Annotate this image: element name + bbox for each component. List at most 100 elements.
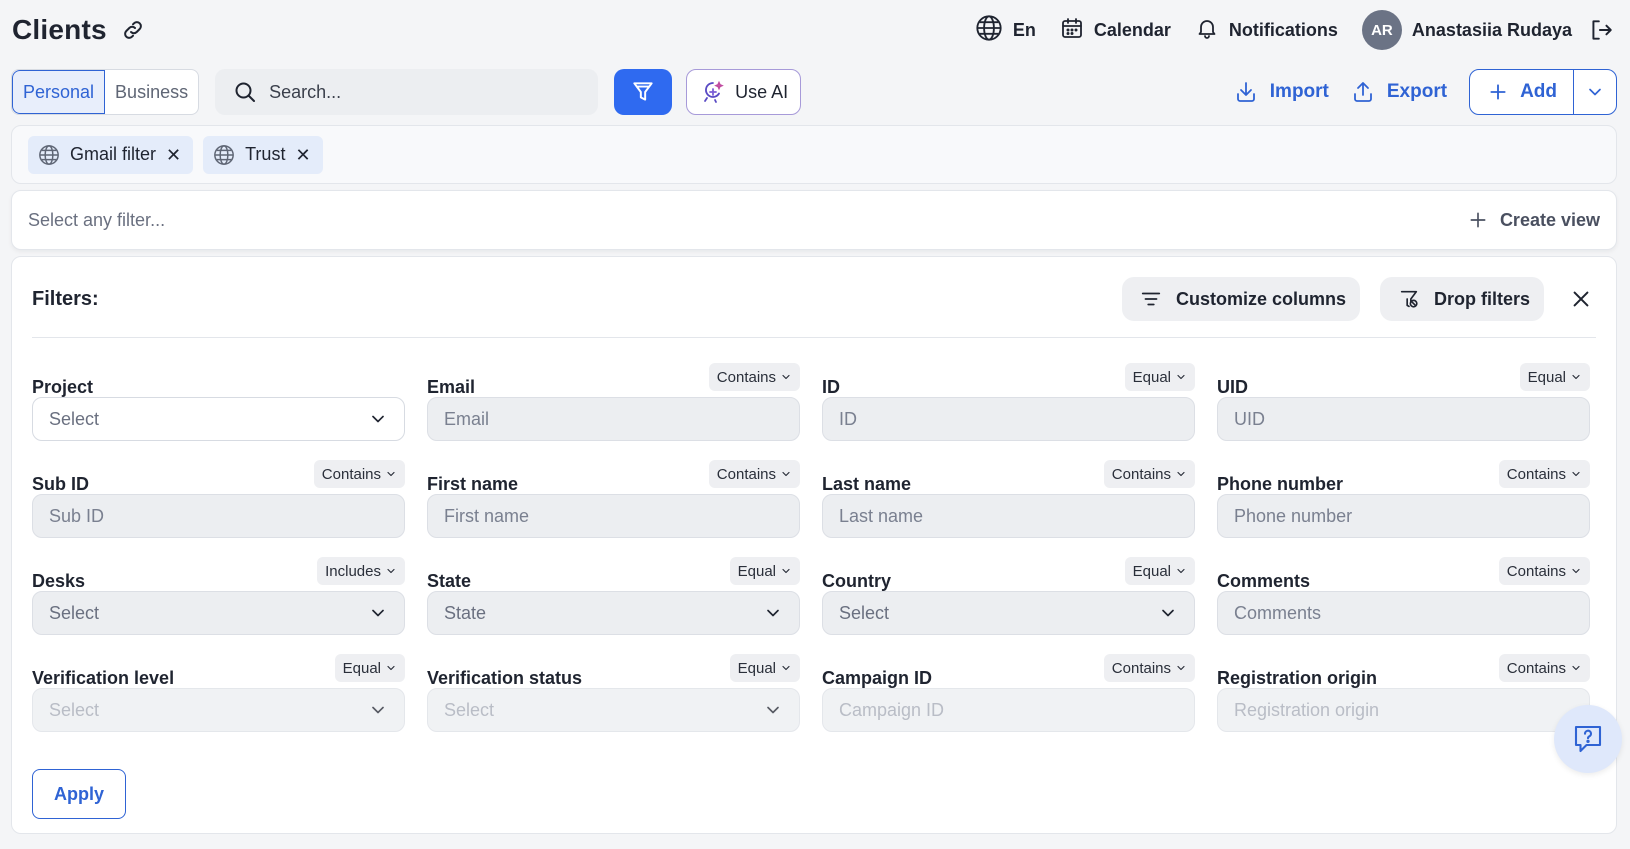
filter-chip-label: Gmail filter	[70, 144, 157, 164]
filter-field-last-name: Last name Contains	[822, 460, 1195, 539]
operator-dropdown[interactable]: Contains	[1103, 460, 1195, 488]
email-input[interactable]	[444, 408, 783, 430]
chevron-down-icon	[1570, 371, 1582, 383]
field-label: Verification status	[427, 668, 583, 688]
field-label: Last name	[822, 474, 912, 494]
search-icon	[233, 80, 257, 104]
first-name-field[interactable]	[427, 494, 800, 538]
language-switcher[interactable]: En	[975, 14, 1036, 47]
notifications-link[interactable]: Notifications	[1195, 16, 1338, 45]
id-input[interactable]	[839, 408, 1178, 430]
phone-number-input[interactable]	[1234, 505, 1573, 527]
close-filters-button[interactable]	[1566, 284, 1596, 314]
operator-dropdown[interactable]: Contains	[313, 460, 405, 488]
field-label: Desks	[32, 571, 86, 591]
filter-chip-trust[interactable]: Trust ✕	[203, 135, 323, 174]
avatar: AR	[1361, 10, 1402, 50]
sub-id-field[interactable]	[32, 494, 405, 538]
operator-label: Contains	[321, 465, 381, 483]
ai-sparkle-icon	[701, 80, 725, 104]
chevron-down-icon	[1570, 468, 1582, 480]
logout-icon[interactable]	[1588, 17, 1614, 43]
last-name-field[interactable]	[822, 494, 1195, 538]
operator-label: Contains	[716, 465, 776, 483]
operator-dropdown[interactable]: Contains	[1103, 654, 1195, 682]
header-actions: En Calendar Notifications AR Anastasiia …	[975, 10, 1618, 50]
filter-selector[interactable]: Select any filter... Create view	[11, 190, 1617, 250]
sub-id-input[interactable]	[49, 505, 388, 527]
operator-label: Contains	[1111, 465, 1171, 483]
add-label: Add	[1520, 81, 1557, 102]
chevron-down-icon	[1175, 371, 1187, 383]
close-icon	[1570, 288, 1592, 310]
top-header: Clients En Calendar Notifications AR Ana…	[0, 0, 1630, 60]
operator-dropdown[interactable]: Equal	[729, 557, 800, 585]
operator-dropdown[interactable]: Contains	[708, 460, 800, 488]
filter-toggle-button[interactable]	[614, 69, 673, 115]
uid-input[interactable]	[1234, 408, 1573, 430]
import-button[interactable]: Import	[1234, 80, 1329, 104]
operator-dropdown[interactable]: Equal	[334, 654, 405, 682]
tab-personal[interactable]: Personal	[12, 70, 106, 114]
help-chat-button[interactable]	[1554, 705, 1622, 773]
operator-label: Includes	[325, 562, 381, 580]
comments-input[interactable]	[1234, 602, 1573, 624]
last-name-input[interactable]	[839, 505, 1178, 527]
calendar-link[interactable]: Calendar	[1060, 16, 1171, 45]
verification-level-select[interactable]: Select	[32, 688, 405, 732]
state-select[interactable]: State	[427, 591, 800, 635]
chevron-down-icon	[385, 565, 397, 577]
link-icon[interactable]	[121, 18, 145, 42]
registration-origin-input[interactable]	[1234, 699, 1573, 721]
close-icon[interactable]: ✕	[166, 146, 181, 164]
operator-dropdown[interactable]: Contains	[1498, 460, 1590, 488]
add-dropdown-toggle[interactable]	[1574, 70, 1616, 114]
email-field[interactable]	[427, 397, 800, 441]
id-field[interactable]	[822, 397, 1195, 441]
chevron-down-icon	[1570, 662, 1582, 674]
filters-panel-header: Filters: Customize columns Drop filters	[32, 277, 1596, 321]
export-button[interactable]: Export	[1351, 80, 1447, 104]
search-input[interactable]	[269, 81, 570, 103]
field-label: Phone number	[1217, 474, 1344, 494]
registration-origin-field[interactable]	[1217, 688, 1590, 732]
chevron-down-icon	[1175, 468, 1187, 480]
filters-title: Filters:	[32, 287, 99, 310]
first-name-input[interactable]	[444, 505, 783, 527]
customize-columns-button[interactable]: Customize columns	[1121, 277, 1360, 321]
phone-number-field[interactable]	[1217, 494, 1590, 538]
verification-status-select[interactable]: Select	[427, 688, 800, 732]
operator-dropdown[interactable]: Equal	[1124, 363, 1195, 391]
operator-dropdown[interactable]: Includes	[317, 557, 405, 585]
operator-dropdown[interactable]: Equal	[729, 654, 800, 682]
campaign-id-field[interactable]	[822, 688, 1195, 732]
operator-dropdown[interactable]: Equal	[1124, 557, 1195, 585]
add-button[interactable]: Add	[1470, 70, 1574, 114]
operator-label: Contains	[716, 368, 776, 386]
close-icon[interactable]: ✕	[295, 146, 310, 164]
filter-chip-gmail[interactable]: Gmail filter ✕	[28, 135, 194, 174]
chevron-down-icon	[368, 700, 388, 720]
use-ai-button[interactable]: Use AI	[686, 69, 802, 115]
operator-dropdown[interactable]: Contains	[1498, 654, 1590, 682]
project-select[interactable]: Select	[32, 397, 405, 441]
comments-field[interactable]	[1217, 591, 1590, 635]
campaign-id-input[interactable]	[839, 699, 1178, 721]
create-view-label: Create view	[1499, 209, 1600, 230]
create-view-button[interactable]: Create view	[1468, 210, 1600, 231]
uid-field[interactable]	[1217, 397, 1590, 441]
tab-business[interactable]: Business	[105, 70, 198, 114]
import-label: Import	[1269, 81, 1329, 102]
field-label: Project	[32, 377, 94, 397]
operator-label: Equal	[1132, 368, 1171, 386]
operator-dropdown[interactable]: Equal	[1519, 363, 1590, 391]
desks-select[interactable]: Select	[32, 591, 405, 635]
filter-field-id: ID Equal	[822, 363, 1195, 442]
operator-dropdown[interactable]: Contains	[708, 363, 800, 391]
chevron-down-icon	[780, 468, 792, 480]
operator-dropdown[interactable]: Contains	[1498, 557, 1590, 585]
country-select[interactable]: Select	[822, 591, 1195, 635]
apply-button[interactable]: Apply	[32, 769, 126, 819]
drop-filters-button[interactable]: Drop filters	[1379, 277, 1544, 321]
user-menu[interactable]: AR Anastasiia Rudaya	[1361, 10, 1572, 50]
